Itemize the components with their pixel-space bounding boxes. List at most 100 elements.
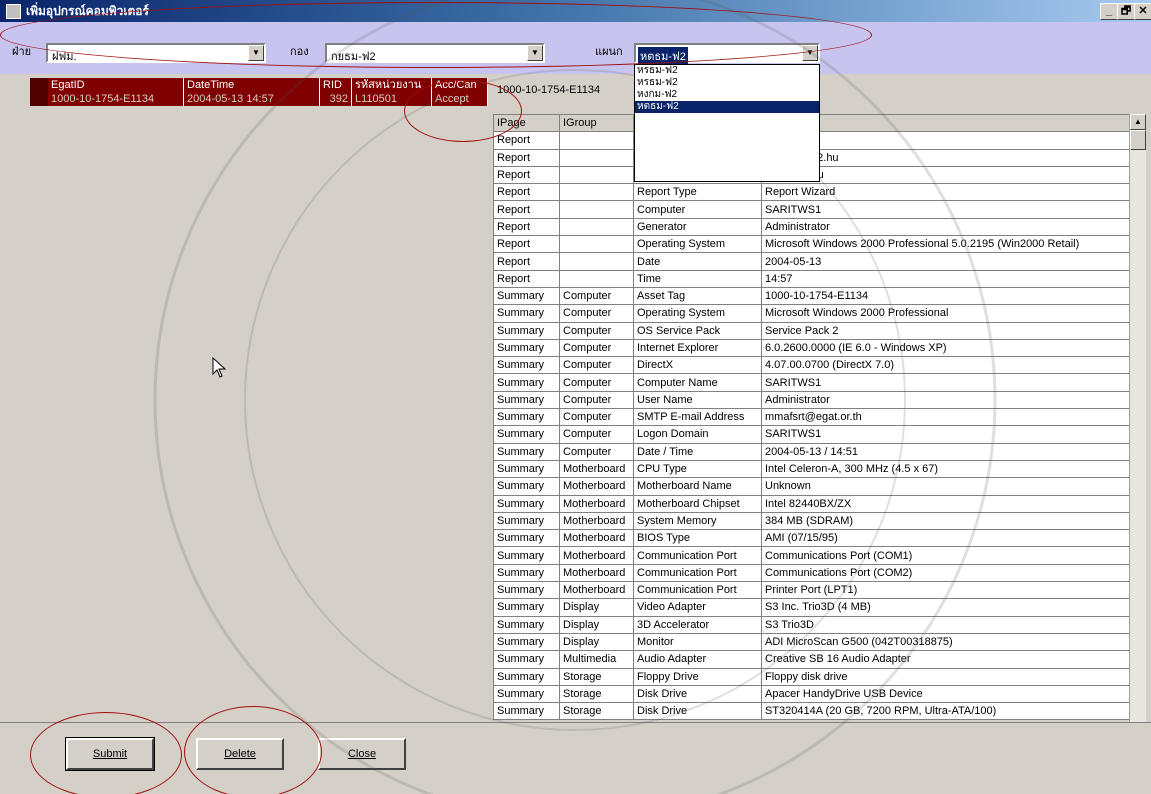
dropdown-option[interactable]: หงกม-ฟ2 xyxy=(635,89,819,101)
table-row[interactable]: Summary Computer Logon Domain SARITWS1 xyxy=(493,425,1130,444)
title-bar[interactable]: เพิ่มอุปกรณ์คอมพิวเตอร์ _ 🗗 ✕ xyxy=(0,0,1151,22)
cell-item: Communication Port xyxy=(633,563,762,583)
cell-value: Unknown xyxy=(761,477,1130,496)
table-row[interactable]: Summary Computer User Name Administrator xyxy=(493,390,1130,410)
col-rid[interactable]: RID xyxy=(320,78,352,92)
table-row[interactable]: Summary Multimedia Audio Adapter Creative S… xyxy=(493,650,1130,669)
table-row[interactable]: Summary Computer Computer Name SARITWS1 xyxy=(493,373,1130,392)
cell-igroup: Motherboard xyxy=(559,581,634,600)
cell-igroup: Storage xyxy=(559,667,634,686)
scroll-up-icon[interactable]: ▲ xyxy=(1130,114,1146,130)
cell-ipage: Summary xyxy=(493,650,560,669)
table-row[interactable]: Summary Motherboard CPU Type Intel Celeron-… xyxy=(493,459,1130,479)
table-row[interactable]: Summary Computer Date / Time 2004-05-13 / 1… xyxy=(493,442,1130,461)
table-row[interactable]: Summary Storage Floppy Drive Floppy disk dr… xyxy=(493,667,1130,686)
table-row[interactable]: Report Report Type Report Wizard xyxy=(493,183,1130,202)
minimize-button[interactable]: _ xyxy=(1100,3,1118,20)
phanaek-select[interactable]: หตธม-ฟ2 ▼ xyxy=(634,43,820,65)
close-button[interactable]: Close xyxy=(318,738,406,770)
cell-ipage: Report xyxy=(493,165,560,185)
cell-ipage: Summary xyxy=(493,598,560,617)
table-row[interactable]: Summary Display 3D Accelerator S3 Trio3D xyxy=(493,615,1130,634)
table-row[interactable]: Summary Motherboard Communication Port Comm… xyxy=(493,546,1130,565)
table-row[interactable]: Summary Computer DirectX 4.07.00.0700 (Dire… xyxy=(493,356,1130,375)
table-row[interactable]: Summary Motherboard BIOS Type AMI (07/15/95… xyxy=(493,529,1130,548)
cell-value: Service Pack 2 xyxy=(761,321,1130,340)
table-row[interactable]: Summary Computer OS Service Pack Service Pa… xyxy=(493,321,1130,340)
col-acc-can[interactable]: Acc/Can xyxy=(432,78,488,92)
delete-button[interactable]: Delete xyxy=(196,738,284,770)
table-row[interactable]: Summary Storage Disk Drive ST320414A (20 GB… xyxy=(493,702,1130,721)
cell-value: Printer Port (LPT1) xyxy=(761,581,1130,600)
kong-select[interactable]: กยธม-ฟ2 ▼ xyxy=(325,43,545,63)
cell-value: Administrator xyxy=(761,390,1130,410)
cell-item: Asset Tag xyxy=(633,286,762,306)
table-row[interactable]: Summary Motherboard Communication Port Prin… xyxy=(493,581,1130,600)
cell-igroup: Motherboard xyxy=(559,563,634,583)
table-row[interactable]: Report Time 14:57 xyxy=(493,269,1130,288)
table-row[interactable]: Report Generator Administrator xyxy=(493,217,1130,237)
cell-igroup xyxy=(559,217,634,237)
cell-value: 384 MB (SDRAM) xyxy=(761,511,1130,531)
cell-unit-code: L110501 xyxy=(352,92,432,106)
table-row[interactable]: Summary Motherboard Motherboard Chipset Int… xyxy=(493,494,1130,513)
table-row[interactable]: Summary Computer Asset Tag 1000-10-1754-E11… xyxy=(493,286,1130,306)
table-row[interactable]: Report Computer SARITWS1 xyxy=(493,200,1130,219)
submit-button[interactable]: Submit xyxy=(65,737,155,771)
cell-igroup: Motherboard xyxy=(559,546,634,565)
col-igroup[interactable]: IGroup xyxy=(559,113,634,133)
cell-igroup xyxy=(559,165,634,185)
col-unit-code[interactable]: รหัสหน่วยงาน xyxy=(352,78,432,92)
close-window-button[interactable]: ✕ xyxy=(1134,3,1151,20)
phanaek-label: แผนก xyxy=(595,46,623,58)
dropdown-option[interactable]: หรธม-ฟ2 xyxy=(635,65,819,77)
table-row[interactable]: Report Operating System Microsoft Windows … xyxy=(493,235,1130,254)
fai-select[interactable]: ฝฟม. ▼ xyxy=(46,43,266,63)
table-row[interactable]: Summary Motherboard Motherboard Name Unknow… xyxy=(493,477,1130,496)
maximize-button[interactable]: 🗗 xyxy=(1117,3,1135,20)
table-row[interactable]: Summary Motherboard Communication Port Comm… xyxy=(493,563,1130,583)
cell-value: 6.0.2600.0000 (IE 6.0 - Windows XP) xyxy=(761,338,1130,358)
cell-item: Generator xyxy=(633,217,762,237)
cell-value: 2004-05-13 / 14:51 xyxy=(761,442,1130,461)
cell-value: Communications Port (COM2) xyxy=(761,563,1130,583)
cell-item: Disk Drive xyxy=(633,702,762,721)
cell-ipage: Report xyxy=(493,183,560,202)
details-scrollbar[interactable]: ▲ xyxy=(1129,114,1146,722)
dropdown-option[interactable]: หรธม-ฟ2 xyxy=(635,77,819,89)
table-row[interactable]: Summary Storage Disk Drive Apacer HandyDriv… xyxy=(493,684,1130,704)
cell-value: ADI MicroScan G500 (042T00318875) xyxy=(761,632,1130,652)
table-row[interactable]: Summary Display Video Adapter S3 Inc. Trio3… xyxy=(493,598,1130,617)
cell-ipage: Summary xyxy=(493,632,560,652)
chevron-down-icon[interactable]: ▼ xyxy=(802,45,818,61)
table-row[interactable]: Summary Computer SMTP E-mail Address mmafsr… xyxy=(493,408,1130,427)
cell-item: SMTP E-mail Address xyxy=(633,408,762,427)
cell-rid: 392 xyxy=(320,92,352,106)
table-row[interactable]: Summary Display Monitor ADI MicroScan G500 … xyxy=(493,632,1130,652)
cell-igroup: Storage xyxy=(559,684,634,704)
cell-acc-can: Accept xyxy=(432,92,488,106)
table-row[interactable]: Report Date 2004-05-13 xyxy=(493,252,1130,271)
cell-item: Logon Domain xyxy=(633,425,762,444)
cell-ipage: Summary xyxy=(493,667,560,686)
chevron-down-icon[interactable]: ▼ xyxy=(248,45,264,61)
scroll-thumb[interactable] xyxy=(1130,130,1146,150)
table-row[interactable]: Summary Computer Internet Explorer 6.0.2600… xyxy=(493,338,1130,358)
table-row[interactable]: Summary Motherboard System Memory 384 MB (S… xyxy=(493,511,1130,531)
table-row[interactable]: 1000-10-1754-E1134 2004-05-13 14:57 392 … xyxy=(48,92,488,106)
kong-label: กอง xyxy=(290,46,309,58)
cell-ipage: Summary xyxy=(493,494,560,513)
col-ipage[interactable]: IPage xyxy=(493,113,560,133)
dropdown-option-selected[interactable]: หตธม-ฟ2 xyxy=(635,101,819,113)
cell-value: S3 Trio3D xyxy=(761,615,1130,634)
cell-igroup: Computer xyxy=(559,425,634,444)
cell-ipage: Summary xyxy=(493,356,560,375)
cell-ipage: Summary xyxy=(493,442,560,461)
chevron-down-icon[interactable]: ▼ xyxy=(527,45,543,61)
cell-igroup: Computer xyxy=(559,286,634,306)
table-row[interactable]: Summary Computer Operating System Microsoft… xyxy=(493,304,1130,323)
cell-igroup: Computer xyxy=(559,338,634,358)
col-datetime[interactable]: DateTime xyxy=(184,78,320,92)
col-egatid[interactable]: EgatID xyxy=(48,78,184,92)
cell-ipage: Report xyxy=(493,200,560,219)
